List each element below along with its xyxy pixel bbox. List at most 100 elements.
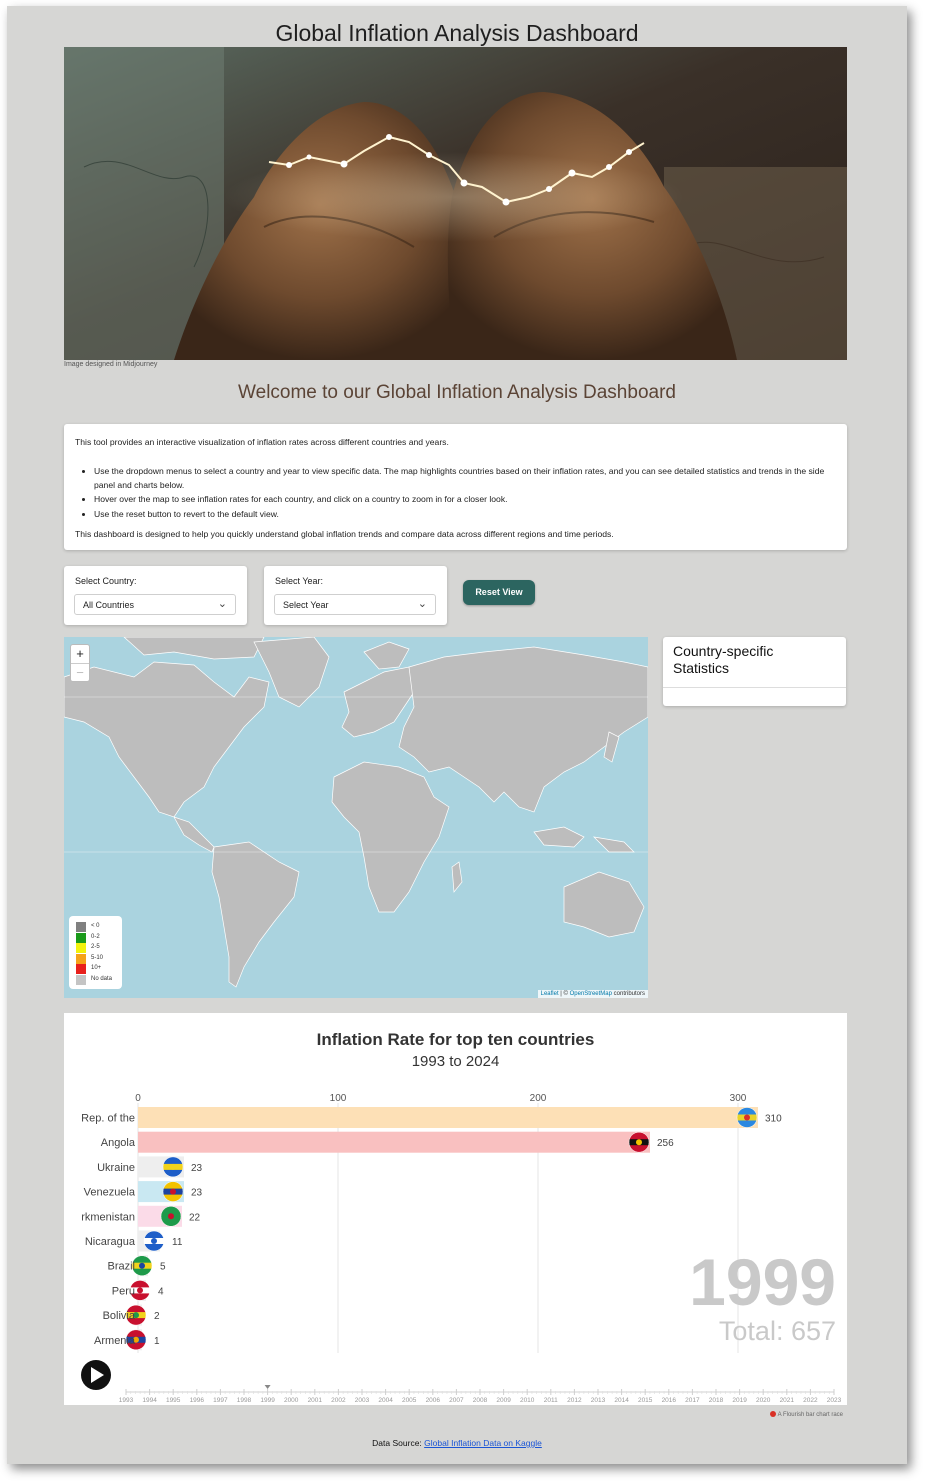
bar-chart-race: Inflation Rate for top ten countries 199… (64, 1013, 847, 1405)
value-label: 22 (189, 1212, 201, 1223)
category-label: Angola (101, 1137, 136, 1149)
flag-icon (736, 1107, 758, 1128)
zoom-out-button[interactable]: − (71, 663, 89, 682)
timeline-year-label: 1997 (213, 1397, 228, 1404)
timeline-year-label: 1999 (260, 1397, 275, 1404)
timeline-year-label: 2007 (449, 1397, 464, 1404)
image-credit: Image designed in Midjourney (64, 361, 158, 368)
chevron-down-icon: ⌄ (217, 598, 227, 610)
timeline-year-label: 2001 (308, 1397, 323, 1404)
timeline-year-label: 2011 (544, 1397, 558, 1404)
legend-label: 10+ (91, 965, 102, 971)
legend-label: 5-10 (91, 954, 104, 961)
timeline-year-label: 2014 (614, 1397, 629, 1404)
legend-label: 2-5 (91, 944, 100, 950)
value-label: 1 (154, 1336, 160, 1347)
timeline-year-label: 2023 (827, 1397, 842, 1404)
timeline-year-label: 1993 (119, 1397, 134, 1404)
category-label: Peru (112, 1285, 135, 1297)
legend-label: < 0 (91, 923, 100, 929)
country-stats-panel: Country-specific Statistics (663, 637, 846, 706)
flag-icon (131, 1255, 153, 1276)
timeline-marker-icon[interactable] (264, 1385, 271, 1389)
country-select-value: All Countries (83, 600, 135, 610)
category-label: Nicaragua (85, 1236, 136, 1248)
leaflet-link[interactable]: Leaflet (541, 991, 559, 997)
x-tick-label: 300 (730, 1093, 747, 1104)
world-map-canvas[interactable] (64, 637, 648, 998)
welcome-heading: Welcome to our Global Inflation Analysis… (238, 382, 676, 403)
year-select-card: Select Year: Select Year ⌄ (264, 566, 447, 625)
year-select[interactable]: Select Year ⌄ (274, 594, 436, 615)
bar[interactable] (138, 1107, 758, 1128)
attribution-tail: contributors (611, 991, 645, 997)
play-button[interactable] (81, 1360, 111, 1390)
timeline-year-label: 2012 (567, 1397, 582, 1404)
timeline-year-label: 2016 (662, 1397, 677, 1404)
flag-icon (160, 1206, 182, 1227)
chart-canvas: 0 100 200 300 Rep. of the 310 Angola 256 Ukraine… (81, 1093, 842, 1404)
flag-icon (628, 1131, 650, 1153)
legend-label: 0-2 (91, 933, 100, 940)
timeline-year-label: 2003 (355, 1397, 370, 1404)
chevron-down-icon: ⌄ (417, 598, 427, 610)
reset-view-button[interactable]: Reset View (463, 580, 535, 605)
timeline-year-label: 1994 (142, 1397, 157, 1404)
timeline-year-label: 2013 (591, 1397, 606, 1404)
map-zoom-control: + − (70, 644, 90, 682)
legend-swatch (76, 964, 86, 974)
value-label: 2 (154, 1311, 160, 1322)
legend-swatch (76, 922, 86, 932)
dashboard-page: Global Inflation Analysis Dashboard Imag… (7, 6, 907, 1464)
flourish-credit[interactable]: A Flourish bar chart race (769, 1411, 843, 1418)
flag-icon (143, 1230, 165, 1252)
year-timeline[interactable]: 1993 1994 1995 1996 1997 1998 1999 2000 2001 2002… (119, 1385, 842, 1404)
x-tick-label: 200 (530, 1093, 547, 1104)
zoom-in-button[interactable]: + (71, 645, 89, 663)
timeline-year-label: 2021 (780, 1397, 795, 1404)
intro-closing: This dashboard is designed to help you q… (75, 529, 614, 539)
value-label: 256 (657, 1138, 674, 1149)
intro-bullets: Use the dropdown menus to select a count… (94, 464, 829, 521)
timeline-year-label: 2015 (638, 1397, 653, 1404)
bar[interactable] (138, 1131, 650, 1153)
data-source: Data Source: Global Inflation Data on Ka… (7, 1438, 907, 1448)
year-select-label: Select Year: (275, 576, 324, 586)
legend-swatch (76, 932, 86, 943)
category-label: Venezuela (84, 1187, 136, 1199)
year-select-value: Select Year (283, 600, 329, 610)
timeline-year-label: 1995 (166, 1397, 181, 1404)
category-label: Brazil (107, 1261, 135, 1273)
flourish-credit-text: A Flourish bar chart race (777, 1412, 843, 1418)
timeline-year-label: 2005 (402, 1397, 417, 1404)
category-label: Rep. of the (81, 1113, 135, 1125)
x-tick-label: 0 (135, 1093, 141, 1104)
world-map[interactable]: + − < 0 0-2 2-5 5-10 10+ No data Leaflet… (64, 637, 648, 998)
stats-panel-title: Country-specific Statistics (673, 643, 774, 676)
country-select-label: Select Country: (75, 576, 137, 586)
timeline-year-label: 2010 (520, 1397, 535, 1404)
current-year-label: 1999 (689, 1245, 836, 1319)
country-select[interactable]: All Countries ⌄ (74, 594, 236, 615)
category-label: rkmenistan (81, 1211, 135, 1223)
legend-label: No data (91, 975, 113, 982)
timeline-year-label: 2006 (426, 1397, 441, 1404)
legend-swatch (76, 974, 86, 985)
kaggle-source-link[interactable]: Global Inflation Data on Kaggle (424, 1438, 542, 1448)
value-label: 310 (765, 1114, 782, 1125)
value-label: 5 (160, 1262, 166, 1273)
timeline-year-label: 2018 (709, 1397, 724, 1404)
osm-link[interactable]: OpenStreetMap (570, 991, 612, 997)
category-label: Armenia (94, 1335, 136, 1347)
timeline-year-label: 2022 (803, 1397, 818, 1404)
timeline-year-label: 1998 (237, 1397, 252, 1404)
x-tick-label: 100 (330, 1093, 347, 1104)
value-label: 11 (172, 1237, 183, 1248)
intro-bullet: Use the dropdown menus to select a count… (94, 464, 829, 492)
flag-icon (162, 1156, 184, 1178)
hero-image (64, 47, 847, 360)
category-label: Bolivia (103, 1310, 136, 1322)
legend-swatch (76, 943, 86, 953)
attribution-separator: | © (558, 991, 570, 997)
source-label: Data Source: (372, 1438, 425, 1448)
